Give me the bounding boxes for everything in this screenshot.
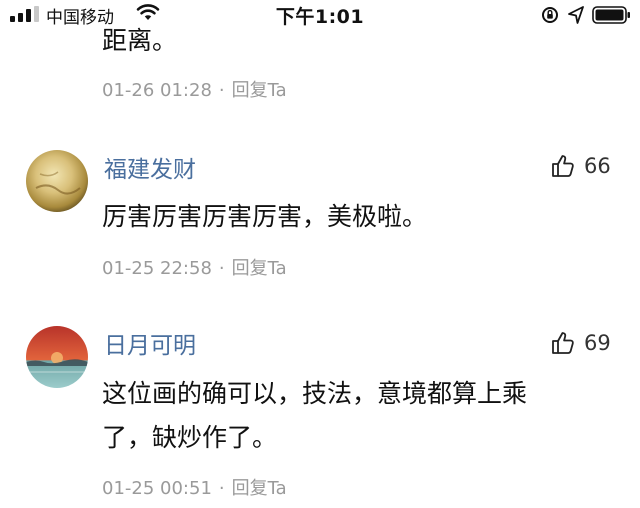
status-bar: 中国移动 下午1:01 bbox=[0, 0, 640, 30]
meta-separator: · bbox=[218, 258, 225, 279]
status-right-icons bbox=[540, 4, 632, 26]
comment-meta: 01-26 01:28 · 回复Ta bbox=[102, 76, 287, 102]
avatar[interactable] bbox=[26, 150, 88, 212]
avatar[interactable] bbox=[26, 326, 88, 388]
battery-icon bbox=[592, 6, 630, 24]
comment-text: 了，缺炒作了。 bbox=[102, 423, 278, 452]
avatar-image bbox=[26, 326, 88, 388]
reply-button[interactable]: 回复Ta bbox=[232, 478, 287, 499]
reply-button[interactable]: 回复Ta bbox=[232, 80, 287, 101]
avatar-image bbox=[26, 150, 88, 212]
thumbs-up-icon bbox=[552, 332, 574, 354]
comment-meta: 01-25 22:58 · 回复Ta bbox=[102, 254, 287, 280]
like-count: 69 bbox=[584, 331, 611, 355]
like-button[interactable]: 66 bbox=[550, 153, 611, 179]
orientation-lock-icon bbox=[542, 7, 558, 23]
location-arrow-icon bbox=[568, 6, 584, 24]
comment-meta: 01-25 00:51 · 回复Ta bbox=[102, 474, 287, 500]
comment-date: 01-26 01:28 bbox=[102, 80, 212, 101]
comment-text: 厉害厉害厉害厉害，美极啦。 bbox=[102, 202, 428, 231]
like-button[interactable]: 69 bbox=[550, 330, 611, 356]
comment-text: 这位画的确可以，技法，意境都算上乘 bbox=[102, 379, 528, 408]
comment-text: 距离。 bbox=[102, 26, 178, 55]
comment-date: 01-25 00:51 bbox=[102, 478, 212, 499]
like-count: 66 bbox=[584, 154, 611, 178]
comment-username[interactable]: 福建发财 bbox=[104, 150, 196, 184]
meta-separator: · bbox=[218, 478, 225, 499]
meta-separator: · bbox=[218, 80, 225, 101]
reply-button[interactable]: 回复Ta bbox=[232, 258, 287, 279]
comment-username[interactable]: 日月可明 bbox=[104, 326, 196, 360]
comment-date: 01-25 22:58 bbox=[102, 258, 212, 279]
thumbs-up-icon bbox=[552, 155, 574, 177]
